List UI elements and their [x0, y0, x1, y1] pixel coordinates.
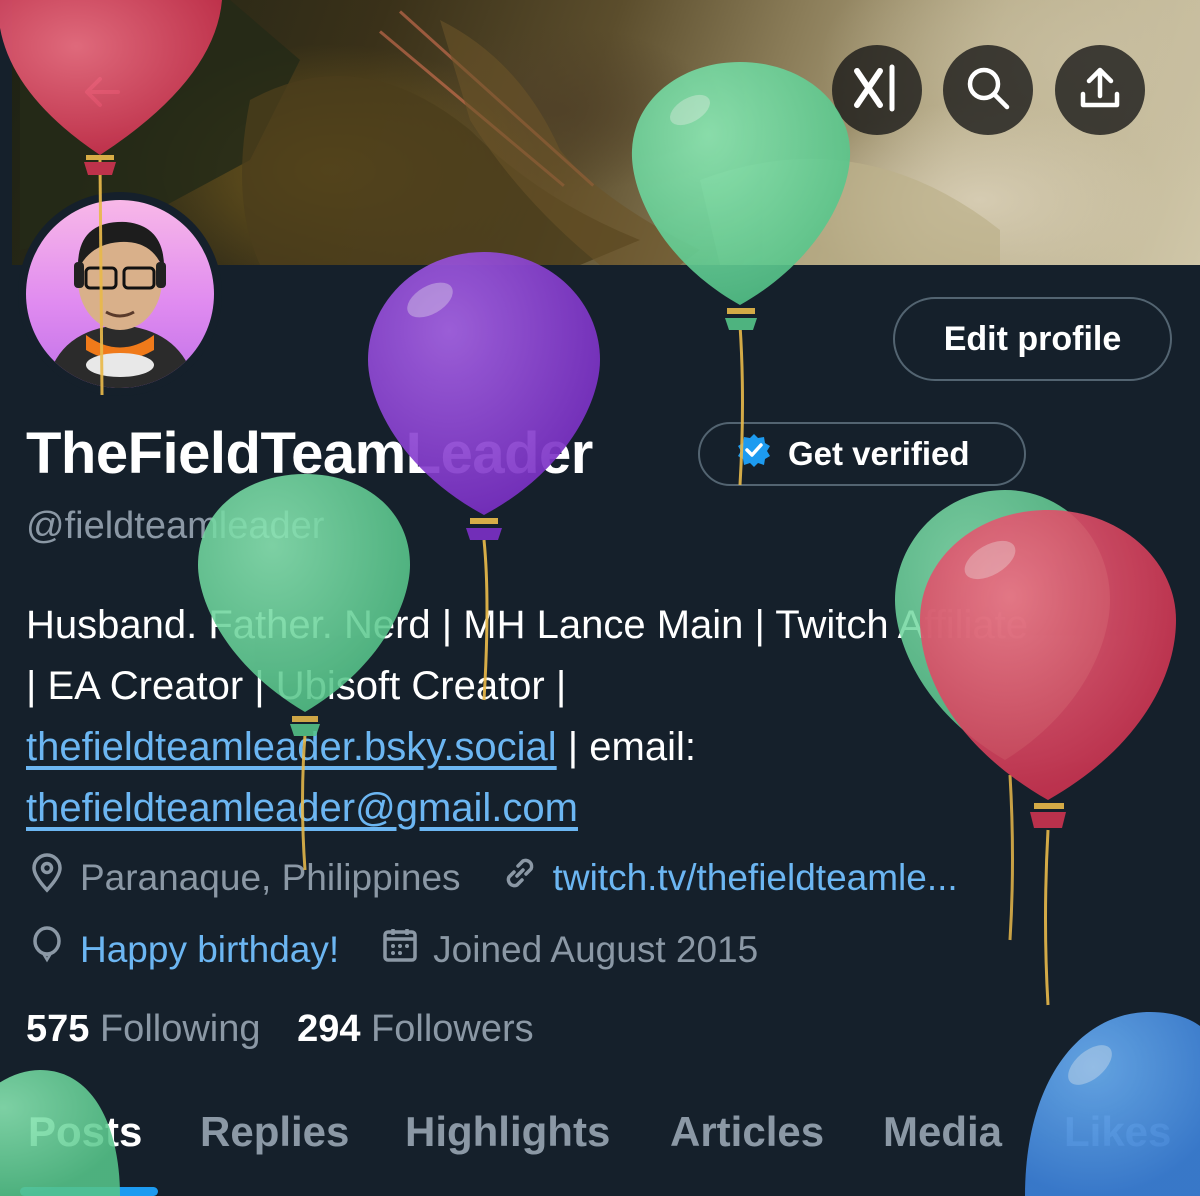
profile-meta-row-1: Paranaque, Philippines twitch.tv/thefiel…	[26, 852, 958, 903]
get-verified-button[interactable]: Get verified	[698, 422, 1026, 486]
tab-media[interactable]: Media	[883, 1108, 1002, 1156]
following-count: 575	[26, 1008, 90, 1050]
location-text: Paranaque, Philippines	[80, 856, 461, 898]
search-button[interactable]	[943, 45, 1033, 135]
balloon-icon	[26, 924, 68, 975]
bsky-link[interactable]: thefieldteamleader.bsky.social	[26, 725, 557, 769]
email-link[interactable]: thefieldteamleader@gmail.com	[26, 786, 578, 830]
birthday: Happy birthday!	[26, 924, 339, 975]
followers-link[interactable]: 294 Followers	[297, 1008, 534, 1050]
grok-icon	[852, 63, 902, 118]
tab-posts[interactable]: Posts	[28, 1108, 142, 1156]
share-upload-icon	[1076, 64, 1124, 117]
bio: Husband. Father. Nerd | MH Lance Main | …	[26, 595, 1176, 839]
website[interactable]: twitch.tv/thefieldteamle...	[499, 852, 958, 903]
bio-line-1: Husband. Father. Nerd | MH Lance Main | …	[26, 603, 1029, 647]
followers-count: 294	[297, 1008, 361, 1050]
following-label: Following	[99, 1008, 261, 1050]
tab-likes[interactable]: Likes	[1064, 1108, 1171, 1156]
user-handle: @fieldteamleader	[26, 505, 325, 547]
birthday-text: Happy birthday!	[80, 928, 340, 970]
verified-badge-icon	[736, 432, 772, 476]
joined-date: Joined August 2015	[379, 924, 758, 975]
active-tab-indicator	[20, 1187, 158, 1196]
profile-meta-row-2: Happy birthday! Joined August 2015	[26, 924, 758, 975]
profile-tabs: Posts Replies Highlights Articles Media …	[0, 1108, 1200, 1196]
tab-highlights[interactable]: Highlights	[405, 1108, 610, 1156]
banner-left-edge	[0, 0, 12, 265]
edit-profile-button[interactable]: Edit profile	[893, 297, 1172, 381]
follow-stats: 575 Following 294 Followers	[26, 1008, 534, 1051]
bio-line-2: | EA Creator | Ubisoft Creator |	[26, 664, 567, 708]
following-link[interactable]: 575 Following	[26, 1008, 261, 1050]
arrow-left-icon[interactable]	[80, 70, 124, 114]
email-label: | email:	[556, 725, 696, 769]
grok-button[interactable]	[832, 45, 922, 135]
calendar-icon	[379, 924, 421, 975]
tab-articles[interactable]: Articles	[670, 1108, 824, 1156]
link-icon	[499, 852, 541, 903]
avatar[interactable]	[26, 200, 214, 388]
followers-label: Followers	[371, 1008, 534, 1050]
location: Paranaque, Philippines	[26, 852, 461, 903]
display-name: TheFieldTeamLeader	[26, 421, 593, 486]
share-button[interactable]	[1055, 45, 1145, 135]
website-link[interactable]: twitch.tv/thefieldteamle...	[553, 857, 958, 899]
joined-text: Joined August 2015	[433, 928, 759, 970]
location-pin-icon	[26, 852, 68, 903]
search-icon	[964, 64, 1012, 117]
tab-replies[interactable]: Replies	[200, 1108, 349, 1156]
get-verified-label: Get verified	[788, 435, 970, 472]
